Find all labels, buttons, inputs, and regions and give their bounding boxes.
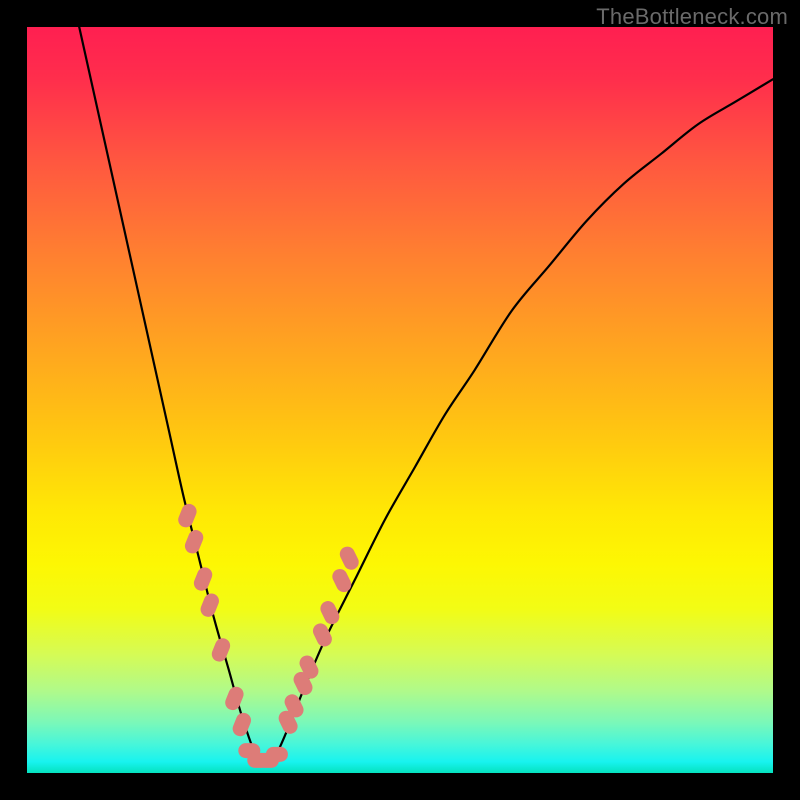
watermark-text: TheBottleneck.com — [596, 4, 788, 30]
data-marker — [192, 565, 215, 593]
data-marker — [337, 544, 361, 572]
chart-frame: TheBottleneck.com — [0, 0, 800, 800]
curve-group — [79, 27, 773, 762]
chart-overlay — [27, 27, 773, 773]
marker-group — [176, 502, 361, 768]
bottleneck-curve — [79, 27, 773, 762]
data-marker — [183, 528, 206, 556]
data-marker — [223, 684, 246, 712]
data-marker — [210, 636, 233, 664]
data-marker — [230, 711, 253, 739]
data-marker — [266, 747, 288, 762]
data-marker — [198, 591, 221, 619]
data-marker — [176, 502, 199, 530]
